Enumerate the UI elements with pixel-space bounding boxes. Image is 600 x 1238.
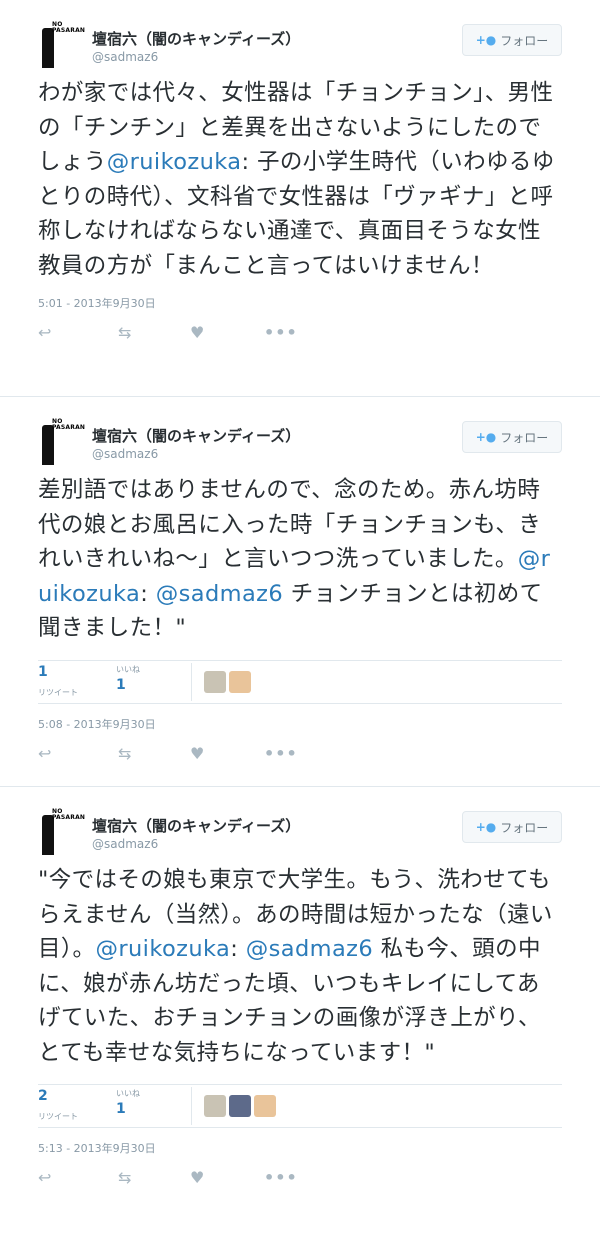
avatar-figure [42, 28, 54, 68]
retweeter-avatar[interactable] [254, 1095, 276, 1117]
more-icon[interactable]: ••• [264, 1168, 298, 1187]
tweet-timestamp[interactable]: 5:01 - 2013年9月30日 [38, 295, 562, 311]
retweet-label: リツイート [38, 687, 78, 697]
more-icon[interactable]: ••• [264, 323, 298, 342]
retweet-icon[interactable]: ⇆ [118, 323, 131, 342]
tweet-header: NO PASARAN 壇宿六（闇のキャンディーズ） @sadmaz6 +● フォ… [38, 807, 562, 859]
tweet: NO PASARAN 壇宿六（闇のキャンディーズ） @sadmaz6 +● フォ… [0, 0, 600, 397]
retweet-stat[interactable]: 1 リツイート [38, 664, 78, 699]
tweet-text: わが家では代々、女性器は「チョンチョン」、男性の「チンチン」と差異を出さないよう… [38, 76, 562, 283]
mention-link[interactable]: @ruikozuka [107, 149, 242, 175]
reply-icon[interactable]: ↩ [38, 744, 51, 763]
tweet-text: 差別語ではありませんので、念のため。赤ん坊時代の娘とお風呂に入った時「チョンチョ… [38, 473, 562, 646]
tweet-stats: 2 リツイート いいね 1 [38, 1084, 562, 1128]
tweet-timestamp[interactable]: 5:13 - 2013年9月30日 [38, 1140, 562, 1156]
retweet-label: リツイート [38, 1112, 78, 1121]
like-stat[interactable]: いいね 1 [116, 664, 140, 693]
text-segment: : [140, 580, 156, 607]
retweet-stat[interactable]: 2 リツイート [38, 1088, 78, 1123]
retweeter-avatar[interactable] [229, 1095, 251, 1117]
display-name[interactable]: 壇宿六（闇のキャンディーズ） [92, 815, 300, 836]
follow-icon: +● [475, 430, 497, 444]
avatar[interactable]: NO PASARAN [38, 419, 85, 465]
tweet-actions: ↩ ⇆ ♥ ••• [38, 744, 562, 772]
display-name[interactable]: 壇宿六（闇のキャンディーズ） [92, 425, 300, 446]
tweet: NO PASARAN 壇宿六（闇のキャンディーズ） @sadmaz6 +● フォ… [0, 787, 600, 1238]
like-count: 1 [116, 1101, 126, 1117]
user-handle[interactable]: @sadmaz6 [92, 837, 158, 851]
mention-link[interactable]: @ruikozuka [95, 936, 230, 962]
retweet-count: 1 [38, 663, 48, 680]
mention-link[interactable]: @sadmaz6 [156, 581, 283, 607]
avatar-text: NO PASARAN [52, 418, 86, 431]
follow-label: フォロー [500, 33, 549, 48]
tweet-actions: ↩ ⇆ ♥ ••• [38, 1168, 562, 1196]
retweet-icon[interactable]: ⇆ [118, 744, 131, 763]
text-segment: 差別語ではありませんので、念のため。赤ん坊時代の娘とお風呂に入った時「チョンチョ… [38, 477, 542, 572]
reply-icon[interactable]: ↩ [38, 323, 51, 342]
like-label: いいね [116, 664, 140, 674]
like-label: いいね [116, 1089, 140, 1098]
follow-label: フォロー [500, 430, 549, 445]
tweet-actions: ↩ ⇆ ♥ ••• [38, 323, 562, 351]
avatar[interactable]: NO PASARAN [38, 809, 85, 855]
text-segment: : [230, 936, 246, 962]
avatar-figure [42, 425, 54, 465]
follow-label: フォロー [500, 820, 549, 835]
follow-icon: +● [475, 820, 497, 834]
mention-link[interactable]: @sadmaz6 [246, 936, 373, 962]
tweet: NO PASARAN 壇宿六（闇のキャンディーズ） @sadmaz6 +● フォ… [0, 397, 600, 787]
heart-icon[interactable]: ♥ [190, 323, 204, 342]
liker-avatar[interactable] [204, 670, 226, 693]
stats-divider [191, 1087, 192, 1125]
liker-avatars [204, 670, 251, 693]
retweeter-avatar[interactable] [204, 1095, 226, 1117]
retweet-count: 2 [38, 1088, 48, 1104]
retweet-icon[interactable]: ⇆ [118, 1168, 131, 1187]
follow-button[interactable]: +● フォロー [462, 811, 562, 843]
retweeter-avatars [204, 1095, 276, 1117]
avatar[interactable]: NO PASARAN [38, 22, 85, 68]
user-handle[interactable]: @sadmaz6 [92, 50, 158, 64]
tweet-stats: 1 リツイート いいね 1 [38, 659, 562, 704]
more-icon[interactable]: ••• [264, 744, 298, 763]
display-name[interactable]: 壇宿六（闇のキャンディーズ） [92, 28, 300, 49]
stats-divider [191, 662, 192, 701]
heart-icon[interactable]: ♥ [190, 744, 204, 763]
like-count: 1 [116, 676, 126, 693]
tweet-timestamp[interactable]: 5:08 - 2013年9月30日 [38, 716, 562, 732]
avatar-text: NO PASARAN [52, 21, 86, 34]
user-handle[interactable]: @sadmaz6 [92, 447, 158, 461]
follow-icon: +● [475, 33, 497, 47]
heart-icon[interactable]: ♥ [190, 1168, 204, 1187]
tweet-header: NO PASARAN 壇宿六（闇のキャンディーズ） @sadmaz6 +● フォ… [38, 417, 562, 469]
reply-icon[interactable]: ↩ [38, 1168, 51, 1187]
tweet-header: NO PASARAN 壇宿六（闇のキャンディーズ） @sadmaz6 +● フォ… [38, 20, 562, 72]
like-stat[interactable]: いいね 1 [116, 1088, 140, 1117]
avatar-figure [42, 815, 54, 855]
follow-button[interactable]: +● フォロー [462, 421, 562, 453]
tweet-text: "今ではその娘も東京で大学生。もう、洗わせてもらえません（当然）。あの時間は短か… [38, 863, 562, 1070]
liker-avatar[interactable] [229, 670, 251, 693]
follow-button[interactable]: +● フォロー [462, 24, 562, 56]
avatar-text: NO PASARAN [52, 808, 86, 821]
